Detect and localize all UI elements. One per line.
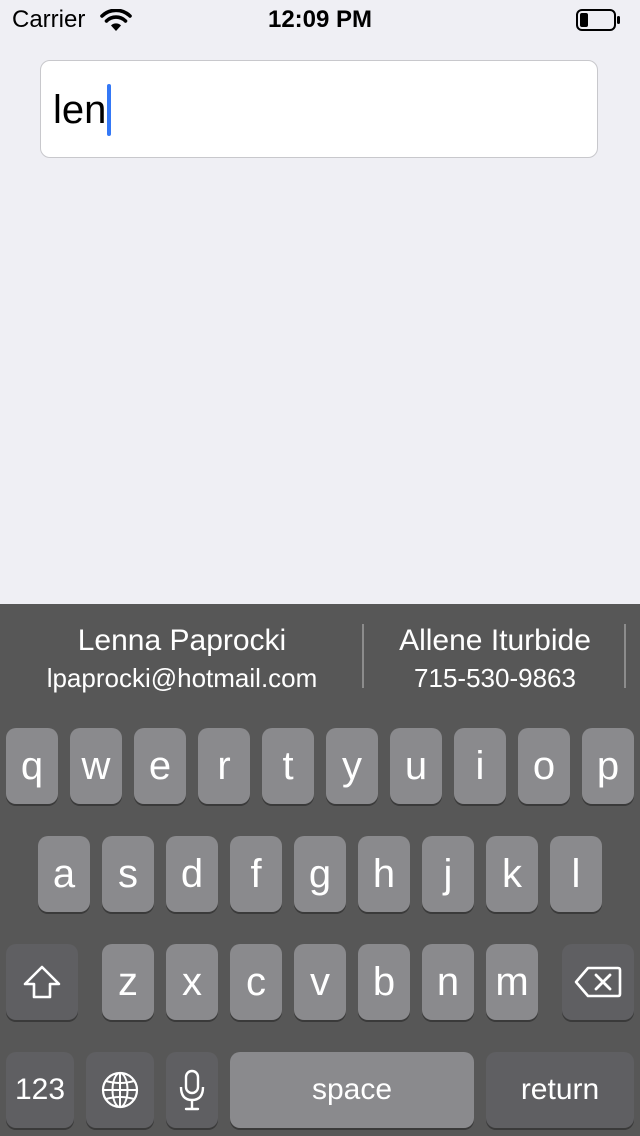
suggestion-divider bbox=[624, 624, 626, 688]
return-key[interactable]: return bbox=[486, 1052, 634, 1128]
key-x[interactable]: x bbox=[166, 944, 218, 1020]
microphone-icon bbox=[178, 1069, 206, 1111]
suggestion-detail: 715-530-9863 bbox=[414, 663, 576, 693]
key-u[interactable]: u bbox=[390, 728, 442, 804]
key-r[interactable]: r bbox=[198, 728, 250, 804]
suggestion-name: Lenna Paprocki bbox=[77, 624, 287, 657]
dictation-key[interactable] bbox=[166, 1052, 218, 1128]
key-p[interactable]: p bbox=[582, 728, 634, 804]
suggestion-lenna-paprocki[interactable]: Lenna Paprocki lpaprocki@hotmail.com bbox=[20, 622, 344, 696]
suggestion-divider bbox=[362, 624, 364, 688]
key-v[interactable]: v bbox=[294, 944, 346, 1020]
suggestion-name: Allene Iturbide bbox=[399, 624, 591, 657]
key-n[interactable]: n bbox=[422, 944, 474, 1020]
key-o[interactable]: o bbox=[518, 728, 570, 804]
suggestion-bar: Lenna Paprocki lpaprocki@hotmail.com All… bbox=[0, 604, 640, 700]
search-input-value: len bbox=[53, 84, 112, 136]
key-d[interactable]: d bbox=[166, 836, 218, 912]
screen: Carrier 12:09 PM len Lenna Paprocki lpap… bbox=[0, 0, 640, 1136]
delete-icon bbox=[574, 965, 622, 999]
key-q[interactable]: q bbox=[6, 728, 58, 804]
numbers-key[interactable]: 123 bbox=[6, 1052, 74, 1128]
space-key[interactable]: space bbox=[230, 1052, 474, 1128]
key-h[interactable]: h bbox=[358, 836, 410, 912]
key-y[interactable]: y bbox=[326, 728, 378, 804]
key-z[interactable]: z bbox=[102, 944, 154, 1020]
clock: 12:09 PM bbox=[267, 6, 373, 33]
key-b[interactable]: b bbox=[358, 944, 410, 1020]
key-c[interactable]: c bbox=[230, 944, 282, 1020]
globe-key[interactable] bbox=[86, 1052, 154, 1128]
key-e[interactable]: e bbox=[134, 728, 186, 804]
suggestion-allene-iturbide[interactable]: Allene Iturbide 715-530-9863 bbox=[366, 622, 624, 696]
key-j[interactable]: j bbox=[422, 836, 474, 912]
shift-key[interactable] bbox=[6, 944, 78, 1020]
key-f[interactable]: f bbox=[230, 836, 282, 912]
key-l[interactable]: l bbox=[550, 836, 602, 912]
search-input-text: len bbox=[53, 88, 107, 132]
status-bar: Carrier 12:09 PM bbox=[0, 0, 640, 40]
key-i[interactable]: i bbox=[454, 728, 506, 804]
shift-icon bbox=[22, 964, 62, 1000]
text-caret bbox=[107, 84, 112, 136]
key-k[interactable]: k bbox=[486, 836, 538, 912]
key-s[interactable]: s bbox=[102, 836, 154, 912]
search-input[interactable]: len bbox=[40, 60, 598, 158]
key-t[interactable]: t bbox=[262, 728, 314, 804]
suggestion-detail: lpaprocki@hotmail.com bbox=[46, 663, 318, 693]
keyboard: Lenna Paprocki lpaprocki@hotmail.com All… bbox=[0, 604, 640, 1136]
key-w[interactable]: w bbox=[70, 728, 122, 804]
key-m[interactable]: m bbox=[486, 944, 538, 1020]
key-g[interactable]: g bbox=[294, 836, 346, 912]
key-a[interactable]: a bbox=[38, 836, 90, 912]
delete-key[interactable] bbox=[562, 944, 634, 1020]
battery-icon bbox=[576, 9, 620, 31]
globe-icon bbox=[100, 1070, 140, 1110]
